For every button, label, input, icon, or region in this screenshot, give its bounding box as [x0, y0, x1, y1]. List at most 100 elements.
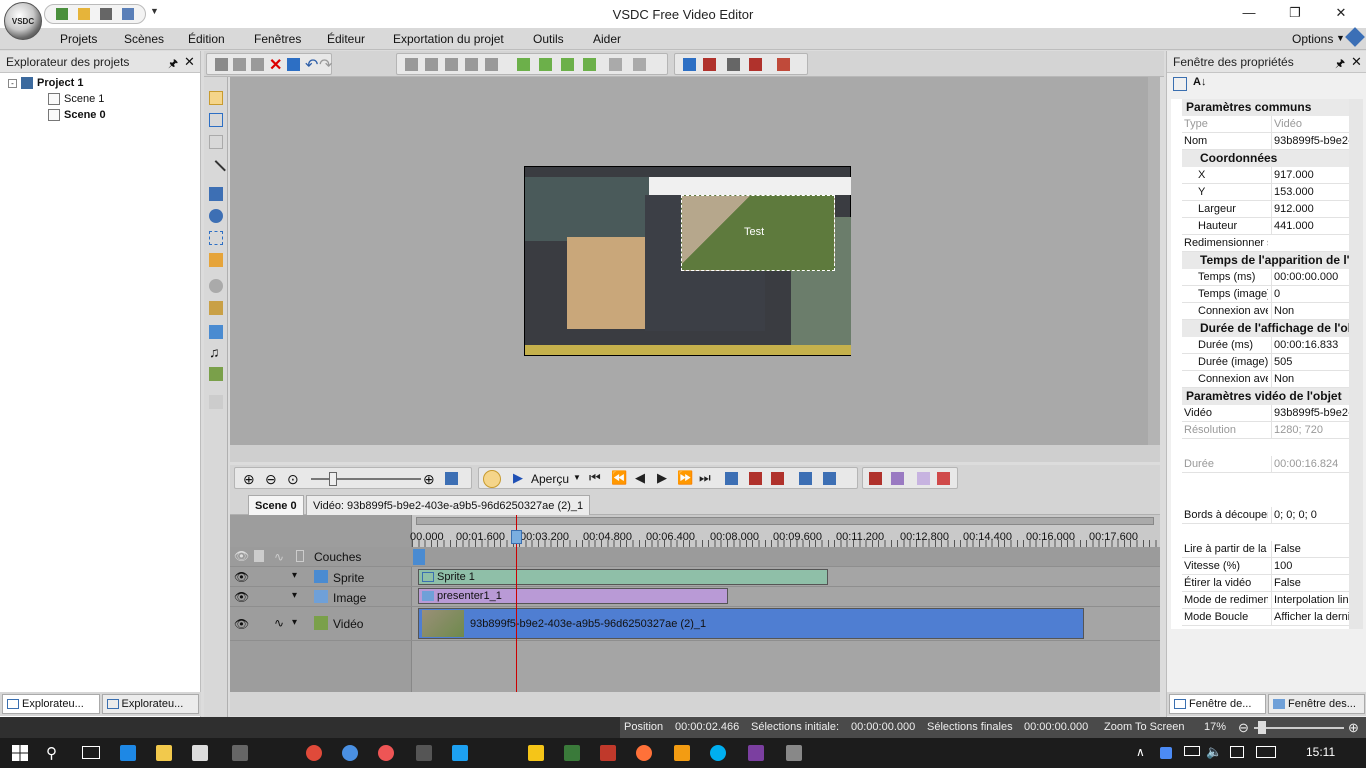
vlc-icon[interactable] [674, 745, 690, 761]
keyboard-icon[interactable] [1256, 746, 1276, 758]
pin-icon[interactable]: 🖈 [168, 55, 178, 74]
status-zoom-thumb[interactable] [1258, 721, 1266, 734]
timeline-start-marker[interactable] [413, 549, 425, 565]
tray-chevron-icon[interactable]: ∧ [1136, 745, 1145, 759]
ellipse-tool-icon[interactable] [209, 209, 223, 223]
properties-icon[interactable] [683, 58, 696, 71]
track-split-icon[interactable] [869, 472, 882, 485]
app-icon[interactable] [378, 745, 394, 761]
prop-value[interactable]: False [1271, 541, 1349, 558]
tab-explorer-1[interactable]: Explorateu... [2, 694, 100, 714]
menu-fenetres[interactable]: Fenêtres [254, 32, 301, 46]
menu-scenes[interactable]: Scènes [124, 32, 164, 46]
clip-video[interactable]: 93b899f5-b9e2-403e-a9b5-96d6250327ae (2)… [418, 608, 1084, 639]
track-expand-icon[interactable]: ▾ [292, 590, 297, 601]
prop-value[interactable]: Non [1271, 371, 1349, 388]
prop-value[interactable]: 93b899f5-b9e2- [1271, 133, 1349, 150]
bring-forward-icon[interactable] [517, 58, 530, 71]
app-icon[interactable] [564, 745, 580, 761]
prop-value[interactable]: 00:00:16.833 [1271, 337, 1349, 354]
prop-value[interactable]: 441.000 [1271, 218, 1349, 235]
grid-toggle-icon[interactable] [727, 58, 740, 71]
zoom-slider-thumb[interactable] [329, 472, 337, 486]
prop-value[interactable]: 00:00:00.000 [1271, 269, 1349, 286]
align-center-icon[interactable] [425, 58, 438, 71]
volume-icon[interactable]: 🔈 [1206, 744, 1222, 760]
cut-marker-icon[interactable] [749, 472, 762, 485]
selected-video-object[interactable]: Test [681, 195, 835, 271]
crop-icon[interactable] [287, 58, 300, 71]
fit-width-icon[interactable] [445, 472, 458, 485]
notifications-icon[interactable] [1230, 746, 1244, 758]
loop-back-icon[interactable] [799, 472, 812, 485]
text-tool-icon[interactable] [209, 231, 223, 245]
filezilla-icon[interactable] [600, 745, 616, 761]
gimp-icon[interactable] [232, 745, 248, 761]
tab-resources[interactable]: Fenêtre des... [1268, 694, 1365, 714]
app-icon[interactable] [528, 745, 544, 761]
onenote-icon[interactable] [748, 745, 764, 761]
properties-close-icon[interactable]: ✕ [1351, 54, 1362, 70]
track-expand-icon[interactable]: ▾ [292, 617, 297, 628]
zoom-in-icon[interactable]: ⊕ [1348, 720, 1359, 736]
options-chevron-icon[interactable]: ▼ [1336, 33, 1345, 43]
twitter-icon[interactable] [452, 745, 468, 761]
eye-icon[interactable]: 👁 [234, 617, 249, 631]
timeline-scrollbar[interactable] [230, 692, 1160, 716]
tab-properties[interactable]: Fenêtre de... [1169, 694, 1266, 714]
rewind-icon[interactable]: ⏪ [611, 470, 627, 486]
tab-explorer-2[interactable]: Explorateu... [101, 694, 199, 714]
prop-value[interactable]: 505 [1271, 354, 1349, 371]
clock-time[interactable]: 15:11 [1306, 745, 1335, 759]
chrome-icon[interactable] [306, 745, 322, 761]
send-backward-icon[interactable] [539, 58, 552, 71]
track-merge-icon[interactable] [891, 472, 904, 485]
marker-in-icon[interactable] [725, 472, 738, 485]
tray-app-icon[interactable] [1160, 747, 1172, 759]
prop-value[interactable]: 0 [1271, 286, 1349, 303]
app-logo[interactable]: VSDC [4, 2, 42, 40]
clip-sprite[interactable]: Sprite 1 [418, 569, 828, 585]
audio-wave-icon[interactable]: ∿ [274, 616, 284, 630]
delete-icon[interactable]: ✕ [269, 55, 282, 74]
timeline-range-bar[interactable] [416, 517, 1154, 525]
split-icon[interactable] [771, 472, 784, 485]
rectangle-tool-icon[interactable] [209, 187, 223, 201]
explorer-close-icon[interactable]: ✕ [184, 54, 195, 70]
skype-icon[interactable] [710, 745, 726, 761]
subtitle-tool-icon[interactable] [209, 253, 223, 267]
lock-icon[interactable] [254, 550, 264, 562]
eye-icon[interactable]: 👁 [234, 570, 249, 584]
search-icon[interactable]: ⚲ [46, 744, 57, 762]
audio-wave-icon[interactable]: ∿ [274, 550, 284, 564]
menu-options[interactable]: Options [1292, 32, 1333, 46]
menu-aider[interactable]: Aider [593, 32, 621, 46]
categorized-icon[interactable] [1173, 77, 1187, 91]
collapse-icon[interactable]: - [8, 78, 17, 88]
loop-forward-icon[interactable] [823, 472, 836, 485]
align-bottom-icon[interactable] [485, 58, 498, 71]
tab-video-object[interactable]: Vidéo: 93b899f5-b9e2-403e-a9b5-96d625032… [306, 495, 591, 515]
menu-exportation[interactable]: Exportation du projet [393, 32, 504, 46]
zoom-slider[interactable] [311, 478, 421, 480]
select-tool-icon[interactable] [209, 91, 223, 105]
zoom-plus-icon[interactable]: ⊕ [423, 471, 436, 487]
prop-value[interactable]: 93b899f5-b9e2- [1271, 405, 1349, 422]
prop-value[interactable]: 0; 0; 0; 0 [1271, 507, 1349, 524]
edge-icon[interactable] [120, 745, 136, 761]
restore-button[interactable]: ❐ [1286, 4, 1304, 22]
align-left-icon[interactable] [405, 58, 418, 71]
prop-value[interactable]: 912.000 [1271, 201, 1349, 218]
paste-icon[interactable] [251, 58, 264, 71]
clip-image[interactable]: presenter1_1 [418, 588, 728, 604]
step-forward-icon[interactable]: ▶ [657, 470, 667, 486]
preview-button[interactable]: Aperçu [531, 472, 569, 486]
ungroup-icon[interactable] [633, 58, 646, 71]
align-top-icon[interactable] [445, 58, 458, 71]
clock-icon[interactable] [483, 470, 501, 488]
track-remove-icon[interactable] [937, 472, 950, 485]
project-name[interactable]: Project 1 [37, 77, 83, 89]
menu-outils[interactable]: Outils [533, 32, 564, 46]
zoom-to-screen-button[interactable]: Zoom To Screen [1104, 721, 1185, 733]
group-icon[interactable] [609, 58, 622, 71]
